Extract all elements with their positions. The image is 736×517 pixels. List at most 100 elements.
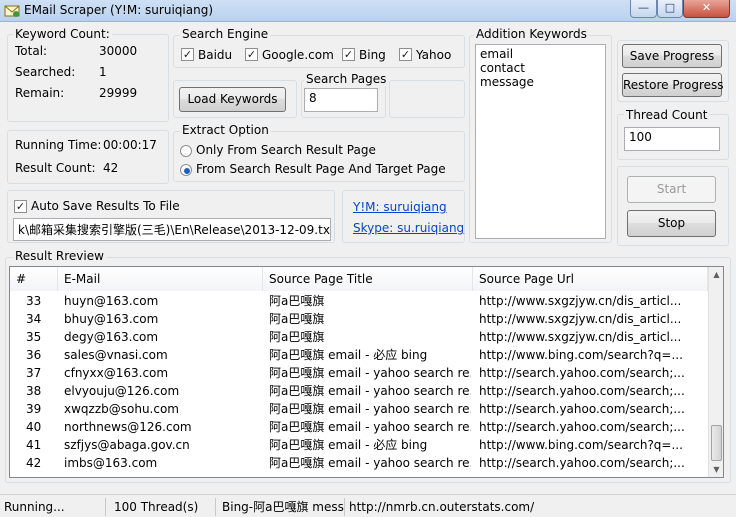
row-url: http://www.sxgzjyw.cn/dis_articl... [479,294,682,308]
yahoo-checkbox[interactable]: ✓ [399,48,412,61]
close-button[interactable]: ✕ [683,0,730,18]
column-header-index[interactable]: # [10,267,58,291]
row-title: 阿a巴嘎旗 [269,330,325,344]
row-url: http://search.yahoo.com/search;... [479,384,685,398]
table-row[interactable]: 39 xwqzzb@sohu.com 阿a巴嘎旗 email - yahoo sea… [10,400,708,418]
running-time-value: 00:00:17 [103,138,157,152]
scroll-thumb[interactable] [711,425,722,461]
scroll-up-arrow-icon[interactable]: ▲ [709,267,723,282]
row-index: 36 [26,348,42,362]
row-title: 阿a巴嘎旗 email - yahoo search re... [269,402,471,416]
empty-group [389,80,465,118]
result-review-legend: Result Rreview [13,249,106,263]
load-keywords-button[interactable]: Load Keywords [179,87,286,112]
row-url: http://www.bing.com/search?q=... [479,348,683,362]
row-index: 34 [26,312,42,326]
table-row[interactable]: 41 szfjys@abaga.gov.cn 阿a巴嘎旗 email - 必应 bi… [10,436,708,454]
table-row[interactable]: 34 bhuy@163.com 阿a巴嘎旗 http://www.sxgzjyw.cn… [10,310,708,328]
vertical-scrollbar[interactable]: ▲ ▼ [708,267,723,477]
table-row[interactable]: 42 imbs@163.com 阿a巴嘎旗 email - yahoo search… [10,454,708,472]
table-row[interactable]: 38 elvyouju@126.com 阿a巴嘎旗 email - yahoo se… [10,382,708,400]
result-count-value: 42 [103,161,119,175]
row-title: 阿a巴嘎旗 email - yahoo search re... [269,384,471,398]
ym-link[interactable]: Y!M: suruiqiang [353,200,447,214]
row-email: huyn@163.com [64,294,159,308]
row-url: http://search.yahoo.com/search;... [479,402,685,416]
row-title: 阿a巴嘎旗 email - 必应 bing [269,438,428,452]
row-title: 阿a巴嘎旗 email - yahoo search re... [269,420,471,434]
thread-count-input[interactable]: 100 [624,127,720,151]
table-row[interactable]: 40 northnews@126.com 阿a巴嘎旗 email - yahoo s… [10,418,708,436]
minimize-button[interactable]: — [630,0,657,18]
thread-count-legend: Thread Count [624,108,710,122]
remain-value: 29999 [99,86,138,100]
row-index: 41 [26,438,42,452]
keyword-count-legend: Keyword Count: [13,27,112,41]
column-header-url[interactable]: Source Page Url [473,267,708,291]
searched-value: 1 [99,65,107,79]
row-title: 阿a巴嘎旗 email - yahoo search re... [269,456,471,470]
only-result-page-radio[interactable] [180,145,192,157]
search-engine-legend: Search Engine [180,27,271,41]
row-url: http://search.yahoo.com/search;... [479,420,685,434]
bing-checkbox[interactable]: ✓ [342,48,355,61]
auto-save-path-input[interactable]: k\邮箱采集搜索引擎版(三毛)\En\Release\2013-12-09.tx… [13,218,331,241]
addition-keywords-textarea[interactable]: email contact message [475,44,606,239]
column-header-email[interactable]: E-Mail [58,267,263,291]
skype-link[interactable]: Skype: su.ruiqiang [353,221,464,235]
table-row[interactable]: 36 sales@vnasi.com 阿a巴嘎旗 email - 必应 bing ht… [10,346,708,364]
row-url: http://www.sxgzjyw.cn/dis_articl... [479,330,682,344]
status-threads: 100 Thread(s) [108,498,216,516]
row-email: degy@163.com [64,330,159,344]
search-pages-input[interactable]: 8 [304,88,378,112]
row-url: http://www.bing.com/search?q=... [479,438,683,452]
row-index: 33 [26,294,42,308]
row-email: northnews@126.com [64,420,192,434]
only-result-page-label[interactable]: Only From Search Result Page [196,143,376,157]
row-email: cfnyxx@163.com [64,366,169,380]
row-email: imbs@163.com [64,456,158,470]
addition-keywords-legend: Addition Keywords [474,27,589,41]
window-title: EMail Scraper (Y!M: suruiqiang) [24,3,213,17]
stop-button[interactable]: Stop [627,210,716,237]
baidu-checkbox[interactable]: ✓ [181,48,194,61]
row-url: http://search.yahoo.com/search;... [479,366,685,380]
bing-label[interactable]: Bing [359,48,386,62]
row-email: elvyouju@126.com [64,384,180,398]
status-state: Running... [0,498,106,516]
row-title: 阿a巴嘎旗 [269,312,325,326]
scroll-down-arrow-icon[interactable]: ▼ [709,462,723,477]
extract-option-legend: Extract Option [180,123,271,137]
maximize-button[interactable]: □ [657,0,683,18]
row-index: 38 [26,384,42,398]
table-row[interactable]: 33 huyn@163.com 阿a巴嘎旗 http://www.sxgzjyw.cn… [10,292,708,310]
column-header-title[interactable]: Source Page Title [263,267,473,291]
save-progress-button[interactable]: Save Progress [622,44,722,68]
contact-group [342,190,465,243]
row-title: 阿a巴嘎旗 [269,294,325,308]
yahoo-label[interactable]: Yahoo [416,48,451,62]
result-and-target-radio[interactable] [180,164,192,176]
total-value: 30000 [99,44,138,58]
keyword-line: contact [480,61,525,75]
google-label[interactable]: Google.com [262,48,334,62]
google-checkbox[interactable]: ✓ [245,48,258,61]
status-current-url: http://nmrb.cn.outerstats.com/ [349,500,535,514]
row-email: szfjys@abaga.gov.cn [64,438,190,452]
start-button[interactable]: Start [627,176,716,203]
row-title: 阿a巴嘎旗 email - 必应 bing [269,348,428,362]
status-current-task: Bing-阿a巴嘎旗 message [218,498,345,516]
keyword-line: email [480,47,514,61]
restore-progress-button[interactable]: Restore Progress [622,73,724,97]
result-list-view[interactable]: # E-Mail Source Page Title Source Page U… [9,266,724,478]
baidu-label[interactable]: Baidu [198,48,232,62]
searched-label: Searched: [15,65,76,79]
total-label: Total: [15,44,48,58]
auto-save-checkbox[interactable]: ✓ [14,200,27,213]
row-index: 39 [26,402,42,416]
row-index: 40 [26,420,42,434]
result-and-target-label[interactable]: From Search Result Page And Target Page [196,162,446,176]
auto-save-label[interactable]: Auto Save Results To File [31,199,180,213]
table-row[interactable]: 37 cfnyxx@163.com 阿a巴嘎旗 email - yahoo sear… [10,364,708,382]
table-row[interactable]: 35 degy@163.com 阿a巴嘎旗 http://www.sxgzjyw.cn… [10,328,708,346]
